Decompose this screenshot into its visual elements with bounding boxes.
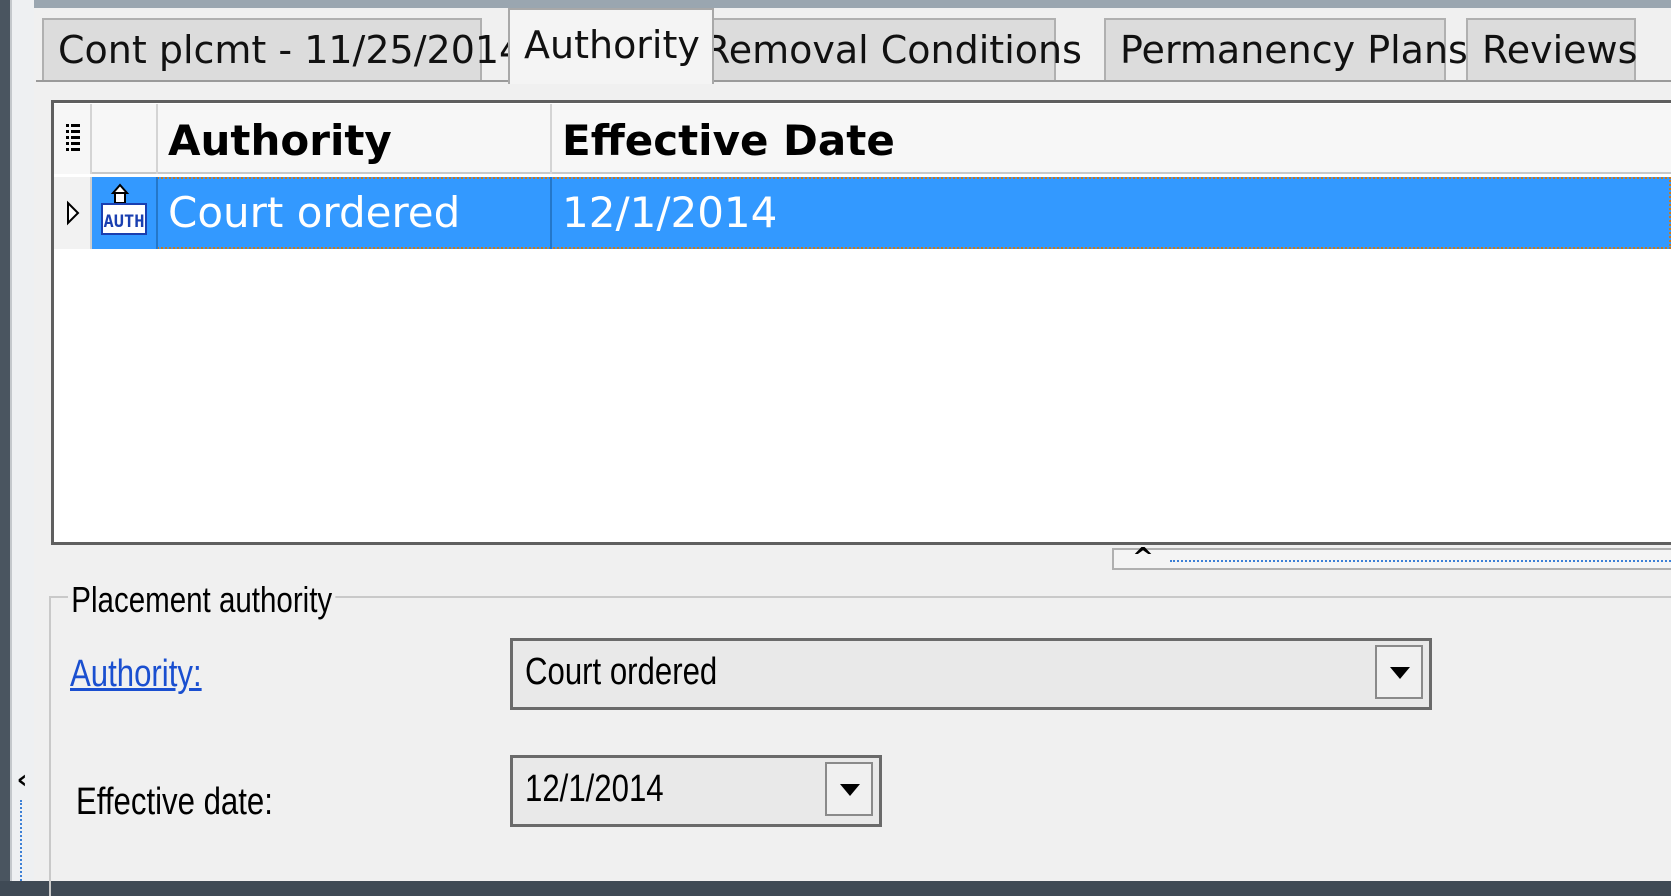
- effective-date-label: Effective date:: [76, 781, 273, 823]
- cell-value: 12/1/2014: [562, 188, 778, 237]
- cell-authority[interactable]: Court ordered: [158, 177, 552, 249]
- panel-splitter-grip[interactable]: [20, 800, 22, 881]
- column-header-label: Authority: [168, 116, 392, 165]
- effective-date-picker[interactable]: 12/1/2014: [510, 755, 882, 827]
- authority-document-icon: AUTH: [101, 183, 147, 235]
- cell-value: Court ordered: [168, 188, 461, 237]
- authority-dropdown-button[interactable]: [1375, 645, 1423, 699]
- splitter-grip[interactable]: [1170, 560, 1671, 562]
- authority-dropdown-value: Court ordered: [525, 651, 718, 693]
- tab-reviews[interactable]: Reviews: [1466, 18, 1638, 80]
- column-chooser-icon: [66, 124, 80, 151]
- tab-label: Permanency Plans: [1120, 28, 1468, 72]
- effective-date-value: 12/1/2014: [525, 768, 664, 810]
- cell-effective-date[interactable]: 12/1/2014: [552, 177, 1671, 249]
- tab-label: Reviews: [1482, 28, 1638, 72]
- tab-label: Cont plcmt - 11/25/2014: [58, 28, 524, 72]
- column-chooser-button[interactable]: [54, 104, 92, 174]
- column-header-authority[interactable]: Authority: [158, 104, 552, 174]
- date-picker-button[interactable]: [825, 762, 873, 816]
- grid-splitter[interactable]: [1112, 548, 1671, 570]
- collapse-up-caret-icon[interactable]: ^: [1128, 545, 1158, 571]
- tab-label: Authority: [524, 23, 700, 67]
- chevron-down-icon: [1390, 667, 1410, 679]
- group-title: Placement authority: [68, 580, 336, 620]
- column-header-label: Effective Date: [562, 116, 895, 165]
- tab-cont-plcmt[interactable]: Cont plcmt - 11/25/2014: [42, 18, 523, 80]
- collapsed-side-panel[interactable]: [10, 0, 34, 881]
- chevron-down-icon: [840, 784, 860, 796]
- icon-text: AUTH: [104, 212, 145, 232]
- tab-permanency-plans[interactable]: Permanency Plans: [1104, 18, 1468, 80]
- tab-authority[interactable]: Authority: [508, 8, 714, 84]
- expand-panel-chevron-icon[interactable]: ‹: [12, 765, 32, 795]
- current-row-arrow-icon: [67, 200, 80, 226]
- icon-column-header: [92, 104, 158, 174]
- tab-strip-border: [36, 80, 1671, 82]
- tab-label: Removal Conditions: [704, 28, 1082, 72]
- row-selector[interactable]: [54, 177, 92, 249]
- tab-removal-conditions[interactable]: Removal Conditions: [688, 18, 1082, 80]
- window-top-border: [34, 0, 1671, 8]
- row-icon-cell: AUTH: [92, 177, 158, 249]
- authority-dropdown[interactable]: Court ordered: [510, 638, 1432, 710]
- authority-link[interactable]: Authority:: [70, 652, 202, 696]
- column-header-effective-date[interactable]: Effective Date: [552, 104, 1671, 174]
